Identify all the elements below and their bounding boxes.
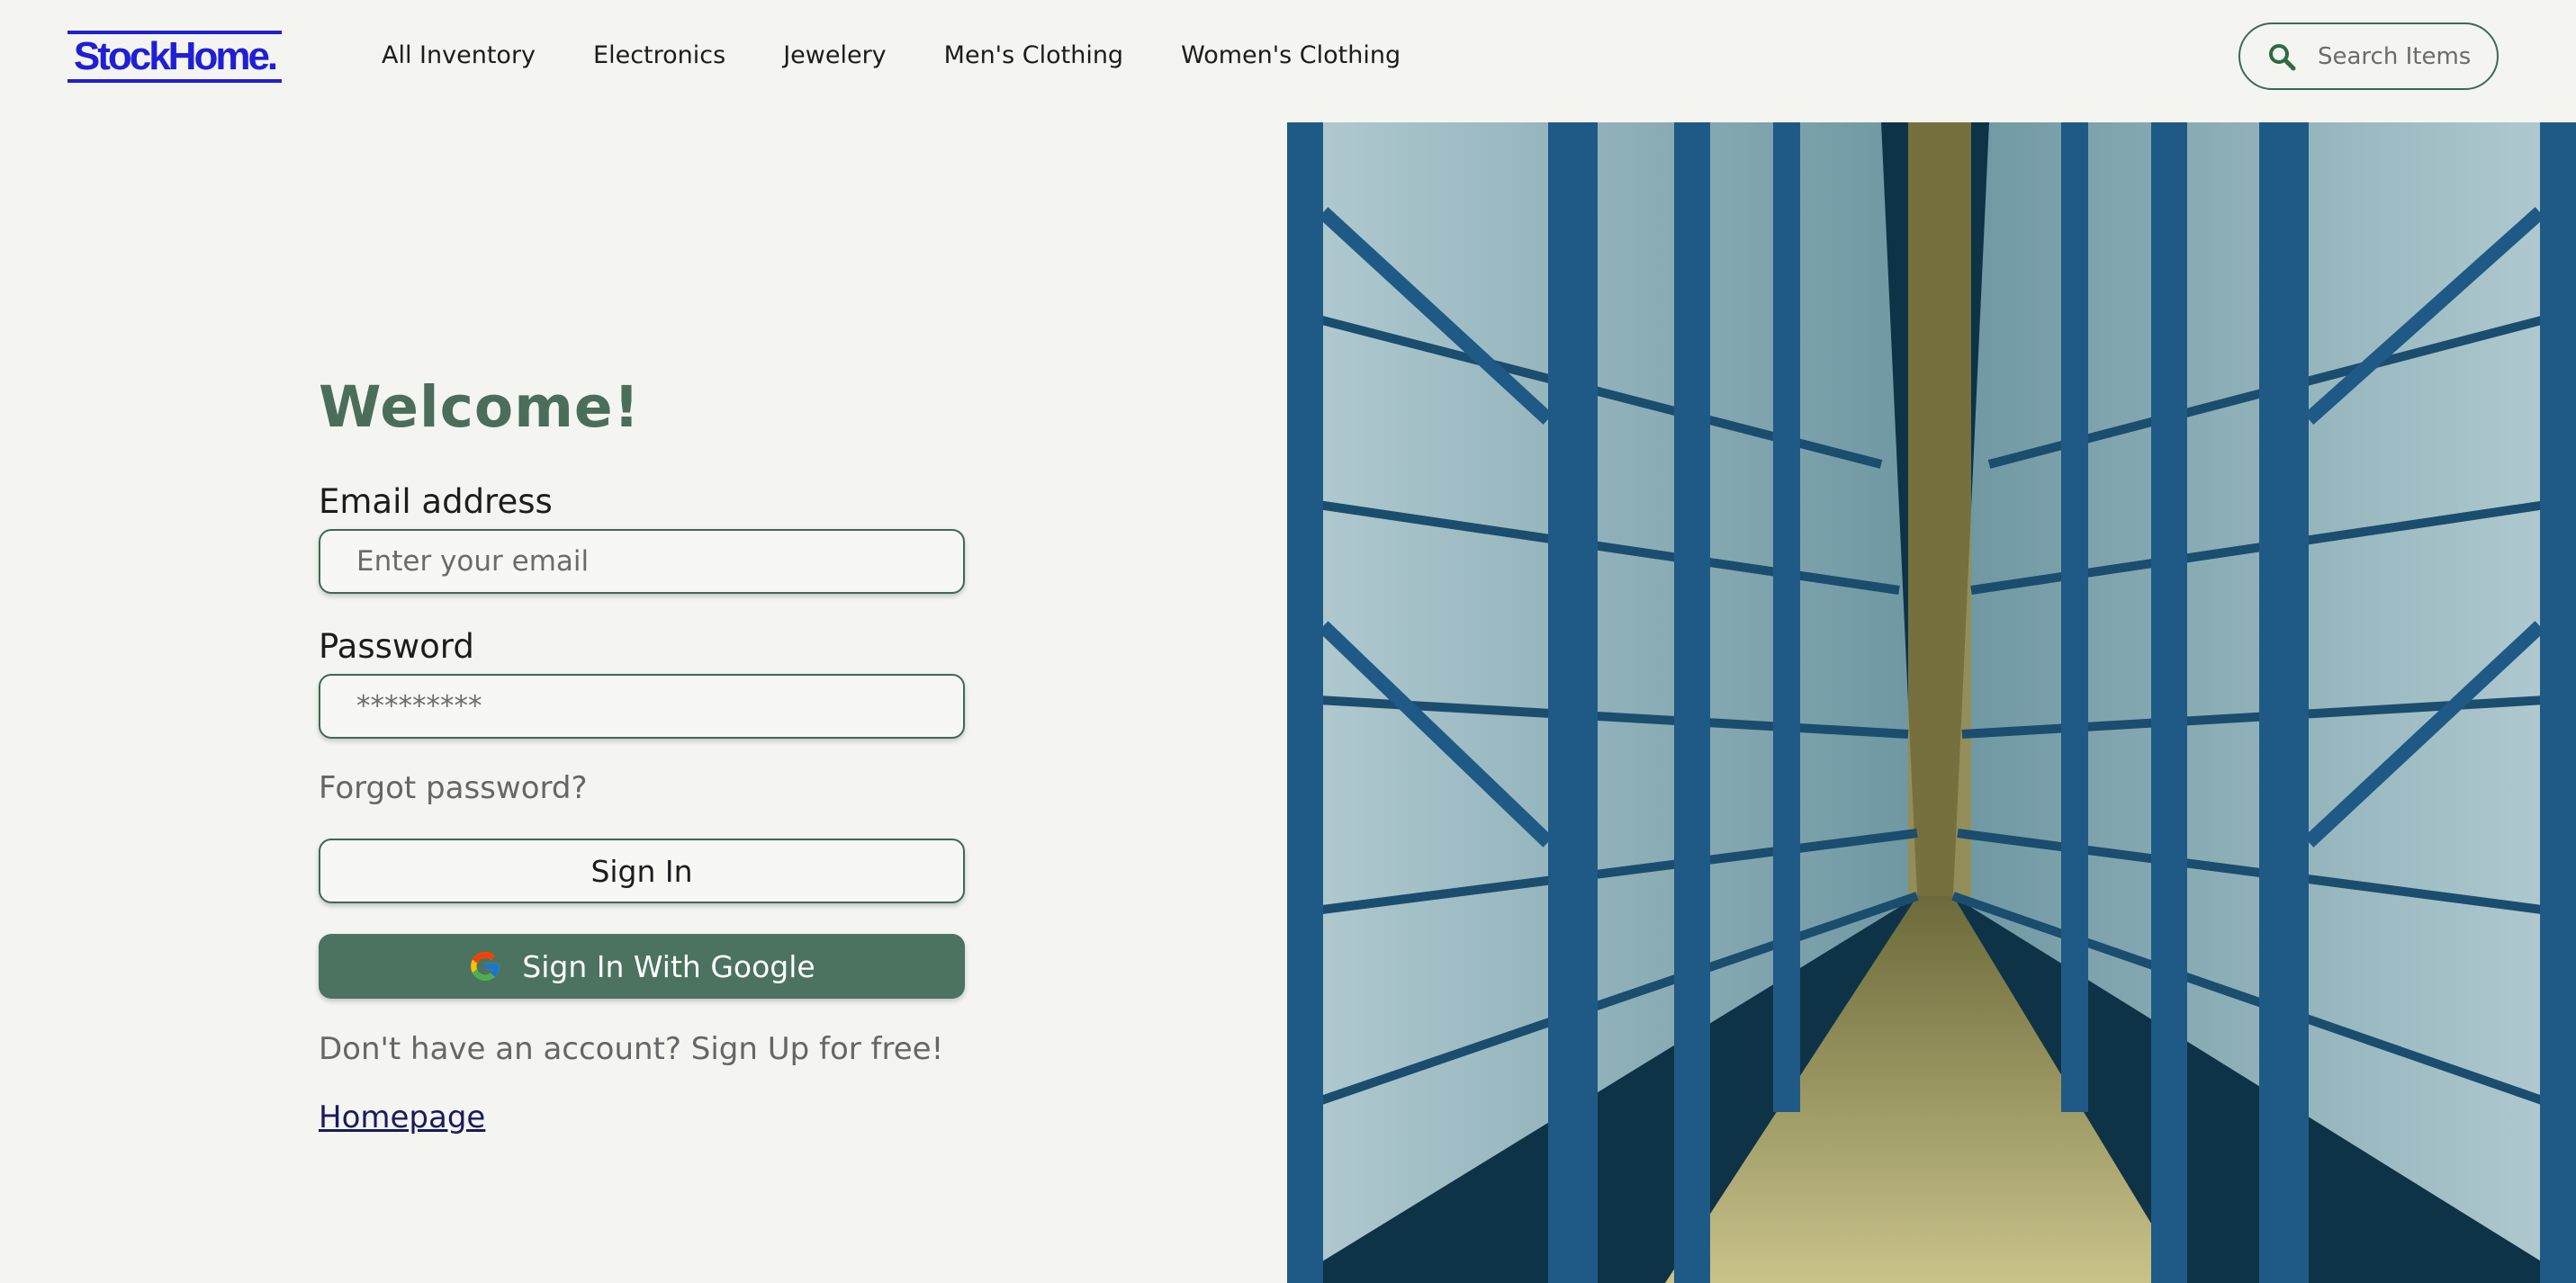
logo[interactable]: StockHome. bbox=[68, 31, 282, 83]
email-field[interactable] bbox=[319, 529, 965, 594]
password-field[interactable] bbox=[319, 674, 965, 739]
main-nav: All Inventory Electronics Jewelery Men's… bbox=[382, 41, 1401, 69]
forgot-password-link[interactable]: Forgot password? bbox=[319, 770, 588, 806]
search-box[interactable] bbox=[2238, 22, 2499, 90]
nav-all-inventory[interactable]: All Inventory bbox=[382, 41, 536, 69]
warehouse-image bbox=[1287, 122, 2576, 1283]
search-icon bbox=[2269, 43, 2296, 70]
password-label: Password bbox=[319, 627, 474, 666]
sign-in-button[interactable]: Sign In bbox=[319, 839, 965, 903]
nav-mens-clothing[interactable]: Men's Clothing bbox=[944, 41, 1123, 69]
search-input[interactable] bbox=[2318, 42, 2489, 70]
nav-electronics[interactable]: Electronics bbox=[593, 41, 725, 69]
homepage-link[interactable]: Homepage bbox=[319, 1099, 485, 1135]
warehouse-illustration bbox=[1287, 122, 2576, 1283]
signup-text[interactable]: Don't have an account? Sign Up for free! bbox=[319, 1031, 943, 1067]
google-sign-in-label: Sign In With Google bbox=[522, 948, 815, 984]
nav-womens-clothing[interactable]: Women's Clothing bbox=[1181, 41, 1401, 69]
nav-jewelery[interactable]: Jewelery bbox=[783, 41, 886, 69]
google-icon bbox=[471, 952, 500, 981]
sign-in-label: Sign In bbox=[590, 853, 693, 889]
google-sign-in-button[interactable]: Sign In With Google bbox=[319, 934, 965, 999]
page-title: Welcome! bbox=[319, 374, 641, 440]
email-label: Email address bbox=[319, 482, 553, 521]
